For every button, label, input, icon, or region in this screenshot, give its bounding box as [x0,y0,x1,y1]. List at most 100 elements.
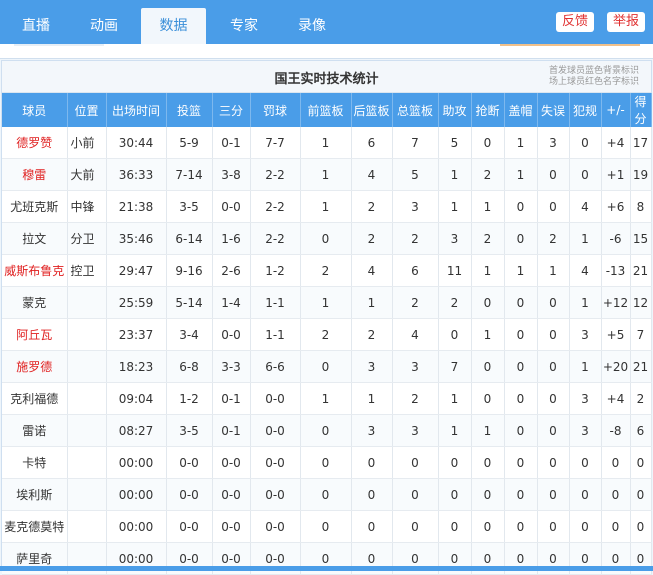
stat-cell-dreb: 0 [351,446,393,479]
stat-cell-oreb: 0 [300,510,352,543]
sub-strip [0,44,653,59]
column-header[interactable]: 犯规 [569,93,602,127]
stat-cell-reb: 0 [392,510,439,543]
player-name-link[interactable]: 穆雷 [2,158,68,191]
stat-cell-pts: 2 [630,382,652,415]
column-header[interactable]: 球员 [2,93,68,127]
player-name-link[interactable]: 埃利斯 [2,478,68,511]
column-header[interactable]: 位置 [67,93,107,127]
legend-note-line: 首发球员蓝色背景标识 [548,66,639,76]
stat-cell-ast: 3 [438,222,472,255]
stat-cell-pf: 0 [569,478,602,511]
tab-animation[interactable]: 动画 [74,8,134,44]
player-name-link[interactable]: 雷诺 [2,414,68,447]
tab-data[interactable]: 数据 [141,8,206,44]
stat-cell-tp: 0-0 [212,318,251,351]
stat-cell-tov: 0 [537,190,570,223]
stat-cell-blk: 0 [504,318,538,351]
stat-cell-pts: 21 [630,254,652,287]
table-row: 威斯布鲁克 控卫 29:47 9-16 2-6 1-2 2 4 6 11 1 1 1 4 -13 21 [2,254,652,287]
player-name-link[interactable]: 施罗德 [2,350,68,383]
stat-cell-pts: 6 [630,414,652,447]
column-header[interactable]: +/- [601,93,631,127]
stat-cell-blk: 0 [504,414,538,447]
column-header[interactable]: 抢断 [471,93,505,127]
stat-cell-dreb: 1 [351,286,393,319]
stat-cell-min: 00:00 [106,510,167,543]
player-name-link[interactable]: 阿丘瓦 [2,318,68,351]
stat-cell-min: 23:37 [106,318,167,351]
tab-live[interactable]: 直播 [6,8,66,44]
stat-cell-stl: 1 [471,190,505,223]
stat-cell-ast: 2 [438,286,472,319]
stat-cell-ast: 0 [438,478,472,511]
tab-experts[interactable]: 专家 [214,8,274,44]
stat-cell-pm: +4 [601,127,631,159]
stat-cell-pf: 1 [569,222,602,255]
stat-cell-fg: 0-0 [166,478,213,511]
column-header[interactable]: 投篮 [166,93,213,127]
column-header[interactable]: 得分 [630,93,652,127]
stat-cell-stl: 1 [471,318,505,351]
stat-cell-pf: 0 [569,127,602,159]
stat-cell-min: 25:59 [106,286,167,319]
player-name-link[interactable]: 拉文 [2,222,68,255]
stats-panel: 国王实时技术统计 首发球员蓝色背景标识 场上球员红色名字标识 球员 位置 出场时间投… [1,60,652,575]
stat-cell-stl: 1 [471,254,505,287]
stat-cell-dreb: 0 [351,510,393,543]
stat-cell-tov: 0 [537,158,570,191]
stat-cell-ft: 0-0 [250,382,301,415]
stat-cell-fg: 6-8 [166,350,213,383]
table-row: 阿丘瓦 23:37 3-4 0-0 1-1 2 2 4 0 1 0 0 3 +5 7 [2,318,652,351]
stat-cell-pos: 大前 [67,158,107,191]
column-header[interactable]: 盖帽 [504,93,538,127]
tab-replay[interactable]: 录像 [282,8,342,44]
stat-cell-ast: 7 [438,350,472,383]
player-name-link[interactable]: 克利福德 [2,382,68,415]
column-header[interactable]: 失误 [537,93,570,127]
column-header[interactable]: 助攻 [438,93,472,127]
stat-cell-tp: 0-1 [212,382,251,415]
stat-cell-tov: 3 [537,127,570,159]
stat-cell-reb: 3 [392,350,439,383]
stat-cell-min: 21:38 [106,190,167,223]
player-name-link[interactable]: 威斯布鲁克 [2,254,68,287]
stat-cell-pos [67,478,107,511]
stat-cell-stl: 0 [471,446,505,479]
stat-cell-ft: 0-0 [250,478,301,511]
stat-cell-pts: 0 [630,510,652,543]
player-name-link[interactable]: 德罗赞 [2,127,68,159]
stat-cell-ft: 7-7 [250,127,301,159]
stat-cell-pts: 17 [630,127,652,159]
stat-cell-ast: 1 [438,414,472,447]
stat-cell-reb: 3 [392,190,439,223]
player-name-link[interactable]: 尤班克斯 [2,190,68,223]
stat-cell-pf: 3 [569,382,602,415]
column-header[interactable]: 三分 [212,93,251,127]
stat-cell-blk: 1 [504,254,538,287]
column-header[interactable]: 前篮板 [300,93,352,127]
stat-cell-pm: 0 [601,478,631,511]
column-header[interactable]: 后篮板 [351,93,393,127]
stat-cell-fg: 5-14 [166,286,213,319]
stat-cell-min: 36:33 [106,158,167,191]
stat-cell-pm: +4 [601,382,631,415]
stat-cell-oreb: 1 [300,190,352,223]
stat-cell-pos [67,350,107,383]
stat-cell-oreb: 0 [300,446,352,479]
column-header[interactable]: 出场时间 [106,93,167,127]
player-name-link[interactable]: 卡特 [2,446,68,479]
feedback-button[interactable]: 反馈 [556,12,595,32]
stat-cell-blk: 0 [504,350,538,383]
stat-cell-min: 30:44 [106,127,167,159]
column-header[interactable]: 总篮板 [392,93,439,127]
stat-cell-blk: 0 [504,222,538,255]
player-name-link[interactable]: 麦克德莫特 [2,510,68,543]
player-name-link[interactable]: 蒙克 [2,286,68,319]
report-button[interactable]: 举报 [607,12,646,32]
stat-cell-fg: 7-14 [166,158,213,191]
stat-cell-min: 08:27 [106,414,167,447]
column-header[interactable]: 罚球 [250,93,301,127]
stat-cell-pm: +12 [601,286,631,319]
stat-cell-tov: 0 [537,286,570,319]
